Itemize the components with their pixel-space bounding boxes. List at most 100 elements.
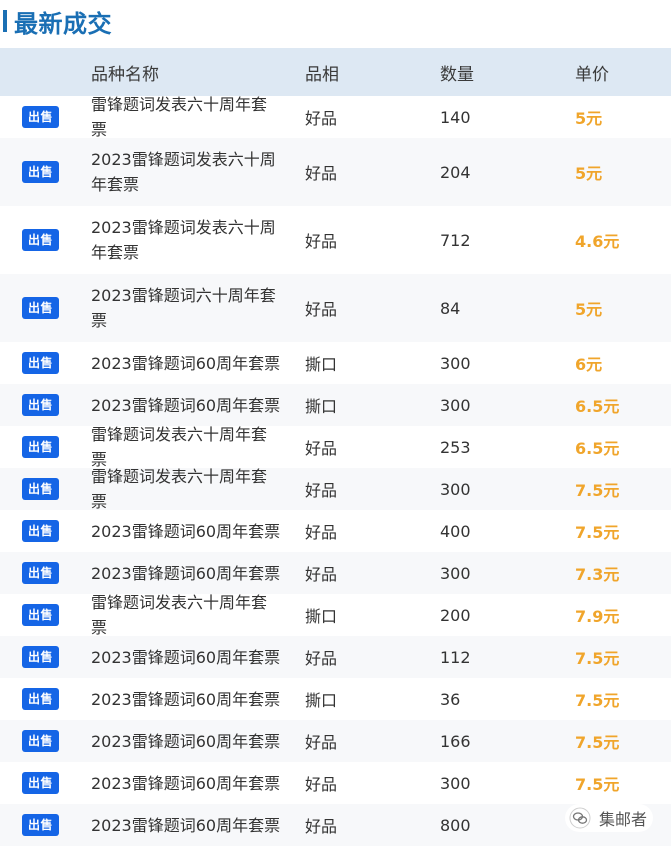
table-row[interactable]: 出售 2023雷锋题词60周年套票 好品 300 7.5元 [0,762,671,804]
qty-cell: 300 [440,563,471,583]
table-row[interactable]: 出售 2023雷锋题词六十周年套票 好品 84 5元 [0,274,671,342]
qty-cell: 140 [440,107,471,127]
watermark-text: 集邮者 [598,810,647,829]
table-row[interactable]: 出售 雷锋题词发表六十周年套票 撕口 200 7.9元 [0,594,671,636]
item-name: 2023雷锋题词60周年套票 [91,815,281,835]
condition-cell: 撕口 [305,355,338,374]
price-cell: 7.5元 [575,733,620,752]
name-cell: 2023雷锋题词发表六十周年套票 [91,206,281,274]
page-title: 最新成交 [14,9,112,38]
table-row[interactable]: 出售 2023雷锋题词60周年套票 好品 166 7.5元 [0,720,671,762]
condition-cell: 撕口 [305,397,338,416]
title-accent-bar [3,10,7,32]
item-name: 2023雷锋题词60周年套票 [91,395,281,415]
table-row[interactable]: 出售 雷锋题词发表六十周年套票 好品 140 5元 [0,96,671,138]
qty-cell: 84 [440,298,461,318]
condition-cell: 好品 [305,300,338,319]
type-cell: 出售 [22,720,62,762]
qty-cell: 400 [440,521,471,541]
qty-cell: 300 [440,773,471,793]
qty-cell: 300 [440,353,471,373]
sell-badge: 出售 [22,772,60,794]
page: 最新成交 品种名称 品相 数量 单价 出售 雷锋题词发表六十周年套票 好品 140 5元… [0,0,671,850]
condition-cell: 好品 [305,817,338,836]
sell-badge: 出售 [22,161,60,183]
price-cell: 6.5元 [575,439,620,458]
price-cell: 4.6元 [575,232,620,251]
condition-cell: 好品 [305,565,338,584]
qty-cell: 253 [440,437,471,457]
sell-badge: 出售 [22,562,60,584]
qty-cell: 800 [440,815,471,835]
table-row[interactable]: 出售 2023雷锋题词发表六十周年套票 好品 712 4.6元 [0,206,671,274]
condition-cell: 好品 [305,775,338,794]
name-cell: 雷锋题词发表六十周年套票 [91,594,281,636]
price-cell: 7.5元 [575,691,620,710]
condition-cell: 好品 [305,481,338,500]
condition-cell: 好品 [305,439,338,458]
item-name: 2023雷锋题词60周年套票 [91,353,281,373]
table-row[interactable]: 出售 2023雷锋题词60周年套票 撕口 300 6元 [0,342,671,384]
item-name: 2023雷锋题词60周年套票 [91,689,281,709]
price-cell: 6.5元 [575,397,620,416]
condition-cell: 好品 [305,649,338,668]
qty-cell: 204 [440,162,471,182]
type-cell: 出售 [22,510,62,552]
item-name: 雷锋题词发表六十周年套票 [91,96,268,138]
item-name: 2023雷锋题词六十周年套票 [91,286,276,330]
qty-cell: 300 [440,479,471,499]
price-cell: 5元 [575,109,603,128]
sell-badge: 出售 [22,106,60,128]
name-cell: 雷锋题词发表六十周年套票 [91,468,281,510]
item-name: 2023雷锋题词60周年套票 [91,773,281,793]
table-row[interactable]: 出售 2023雷锋题词60周年套票 撕口 36 7.5元 [0,678,671,720]
table-row[interactable]: 出售 2023雷锋题词60周年套票 撕口 300 6.5元 [0,384,671,426]
table-row[interactable]: 出售 2023雷锋题词发表六十周年套票 好品 204 5元 [0,138,671,206]
item-name: 雷锋题词发表六十周年套票 [91,468,268,510]
qty-cell: 300 [440,395,471,415]
price-cell: 7.3元 [575,565,620,584]
table-row[interactable]: 出售 2023雷锋题词60周年套票 好品 300 7.3元 [0,552,671,594]
header-condition: 品相 [305,64,339,85]
type-cell: 出售 [22,274,62,342]
name-cell: 2023雷锋题词60周年套票 [91,678,281,720]
name-cell: 2023雷锋题词60周年套票 [91,510,281,552]
name-cell: 2023雷锋题词发表六十周年套票 [91,138,281,206]
condition-cell: 撕口 [305,691,338,710]
name-cell: 2023雷锋题词六十周年套票 [91,274,281,342]
price-cell: 5元 [575,164,603,183]
item-name: 雷锋题词发表六十周年套票 [91,426,268,468]
watermark: 集邮者 [564,804,653,832]
name-cell: 2023雷锋题词60周年套票 [91,762,281,804]
name-cell: 2023雷锋题词60周年套票 [91,384,281,426]
table-row[interactable]: 出售 雷锋题词发表六十周年套票 好品 300 7.5元 [0,468,671,510]
price-cell: 7.5元 [575,649,620,668]
sell-badge: 出售 [22,394,60,416]
type-cell: 出售 [22,468,62,510]
table-header: 品种名称 品相 数量 单价 [0,48,671,96]
table-body: 出售 雷锋题词发表六十周年套票 好品 140 5元 出售 2023雷锋题词发表六十周年套票好… [0,96,671,846]
wechat-icon [569,807,591,829]
name-cell: 2023雷锋题词60周年套票 [91,636,281,678]
name-cell: 雷锋题词发表六十周年套票 [91,426,281,468]
condition-cell: 撕口 [305,607,338,626]
name-cell: 2023雷锋题词60周年套票 [91,804,281,846]
trades-table: 品种名称 品相 数量 单价 出售 雷锋题词发表六十周年套票 好品 140 5元 出售 202… [0,48,671,846]
header-type [22,48,62,96]
sell-badge: 出售 [22,229,60,251]
item-name: 2023雷锋题词60周年套票 [91,731,281,751]
condition-cell: 好品 [305,523,338,542]
sell-badge: 出售 [22,436,60,458]
price-cell: 7.5元 [575,481,620,500]
table-row[interactable]: 出售 2023雷锋题词60周年套票 好品 400 7.5元 [0,510,671,552]
type-cell: 出售 [22,384,62,426]
price-cell: 5元 [575,300,603,319]
type-cell: 出售 [22,206,62,274]
table-row[interactable]: 出售 雷锋题词发表六十周年套票 好品 253 6.5元 [0,426,671,468]
table-row[interactable]: 出售 2023雷锋题词60周年套票 好品 112 7.5元 [0,636,671,678]
type-cell: 出售 [22,594,62,636]
sell-badge: 出售 [22,814,60,836]
sell-badge: 出售 [22,688,60,710]
header-qty: 数量 [440,64,474,85]
type-cell: 出售 [22,342,62,384]
